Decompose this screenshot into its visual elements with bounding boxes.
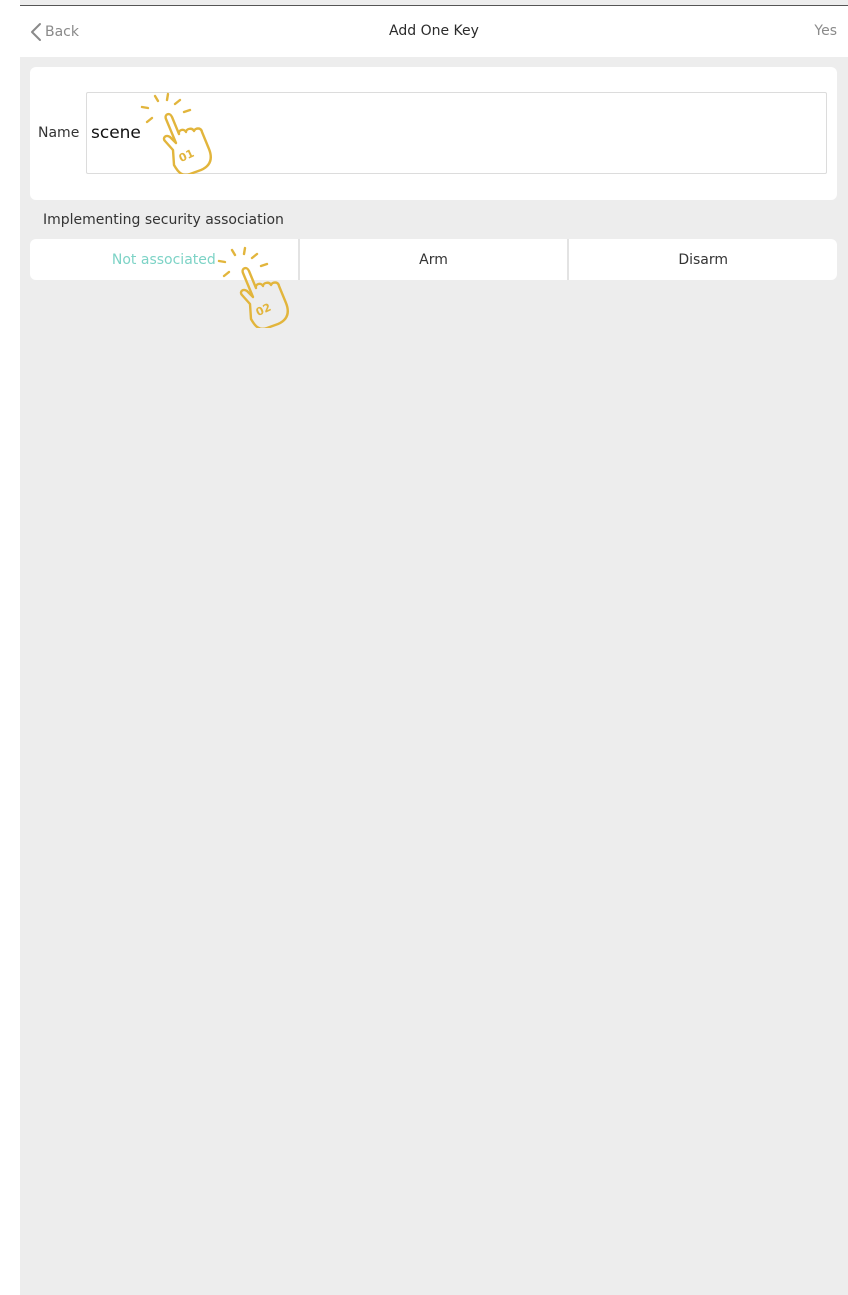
security-association-label: Implementing security association [43,212,284,228]
security-association-selector: Not associated Arm Disarm [30,239,837,280]
name-label: Name [38,125,80,141]
navigation-bar: Back Add One Key Yes [20,6,848,57]
name-input[interactable] [86,92,827,174]
page-title: Add One Key [389,23,479,39]
option-disarm[interactable]: Disarm [567,239,837,280]
name-card: Name [30,67,837,200]
option-arm[interactable]: Arm [297,239,568,280]
option-not-associated[interactable]: Not associated [30,239,298,280]
confirm-button[interactable]: Yes [814,23,837,39]
